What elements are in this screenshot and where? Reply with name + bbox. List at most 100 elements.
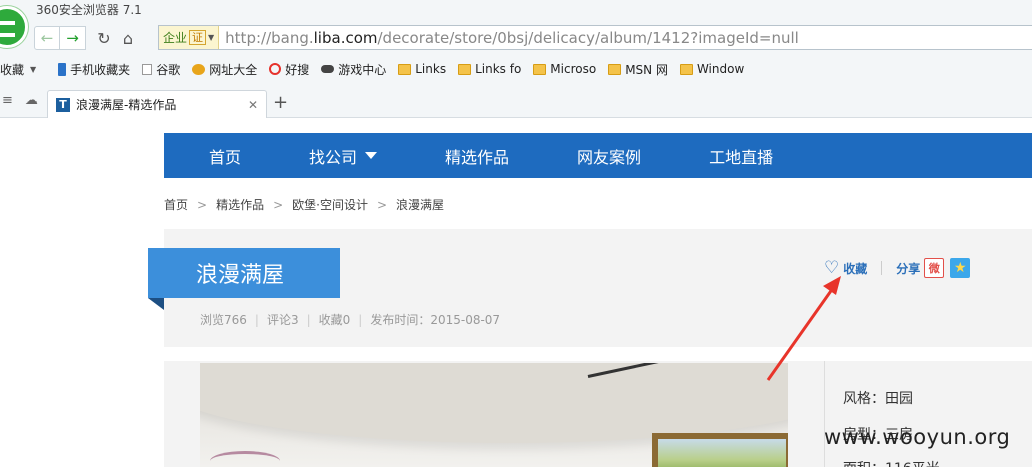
favorites-count: 收藏0: [318, 313, 351, 327]
photo-lamp: [210, 451, 280, 467]
cloud-icon[interactable]: ☁: [25, 93, 38, 108]
globe-icon: [192, 63, 206, 75]
nav-label: 网友案例: [577, 147, 642, 167]
new-tab-plus-icon[interactable]: +: [273, 92, 288, 113]
nav-label: 找公司: [309, 147, 358, 167]
enterprise-cert-badge[interactable]: 企业 证 ▼: [159, 26, 220, 49]
bookmark-item[interactable]: 手机收藏夹: [58, 61, 130, 78]
browser-logo-icon: [0, 6, 28, 48]
bookmark-label: Window: [696, 62, 745, 76]
nav-item-find-company[interactable]: 找公司: [309, 144, 378, 168]
bookmark-item[interactable]: 好搜: [269, 61, 309, 78]
bookmark-label: 游戏中心: [338, 62, 387, 77]
album-actions: ♡ 收藏 分享 微 ★: [824, 258, 971, 278]
folder-icon: [608, 63, 622, 75]
nav-label: 工地直播: [709, 147, 774, 167]
tab-bar-tools: ≡ ☁: [0, 93, 38, 108]
bookmark-label: MSN 网: [625, 62, 668, 77]
badge-label: 企业: [163, 31, 188, 45]
favorites-label: 收藏: [0, 62, 25, 77]
album-photo[interactable]: [200, 363, 788, 467]
comments-count: 评论3: [266, 313, 299, 327]
home-icon[interactable]: ⌂: [116, 26, 140, 50]
breadcrumb-link[interactable]: 精选作品: [216, 196, 264, 213]
breadcrumb-link[interactable]: 首页: [164, 196, 188, 213]
share-label: 分享: [896, 261, 921, 276]
bookmark-folder[interactable]: MSN 网: [608, 61, 668, 78]
chevron-right-icon: >: [273, 197, 284, 212]
nav-item-site-live[interactable]: 工地直播: [709, 144, 773, 168]
url-prefix: http://bang.: [225, 28, 314, 47]
browser-nav-buttons: ← → ↻ ⌂: [34, 25, 140, 51]
chevron-down-icon: ▼: [208, 33, 215, 42]
bookmark-item[interactable]: 网址大全: [192, 61, 257, 78]
album-stats: 浏览766 | 评论3 | 收藏0 | 发布时间：2015-08-07: [200, 311, 500, 328]
forward-arrow-icon[interactable]: →: [60, 26, 86, 50]
spec-panel: [824, 361, 1032, 467]
folder-icon: [398, 63, 412, 75]
folder-icon: [533, 63, 547, 75]
cert-icon: 证: [189, 30, 207, 45]
bookmark-item[interactable]: 游戏中心: [321, 61, 386, 78]
qzone-share-icon[interactable]: ★: [950, 258, 971, 278]
views-count: 浏览766: [200, 313, 247, 327]
chevron-right-icon: >: [376, 197, 388, 212]
photo-ceiling: [200, 363, 788, 443]
search-engine-icon: [269, 63, 282, 75]
site-nav: 首页 找公司 精选作品 网友案例 工地直播: [164, 133, 1032, 178]
bookmarks-bar: 收藏 ▼ 手机收藏夹 谷歌 网址大全 好搜 游戏中心 Links Links fo…: [0, 58, 756, 80]
breadcrumb-current: 浪漫满屋: [396, 198, 445, 212]
bookmark-label: Links: [415, 62, 447, 76]
bookmark-label: 手机收藏夹: [70, 62, 131, 77]
bookmark-label: 谷歌: [156, 62, 181, 77]
publish-date: 发布时间：2015-08-07: [370, 313, 501, 327]
tab-list-icon[interactable]: ≡: [2, 93, 13, 108]
refresh-icon[interactable]: ↻: [92, 26, 116, 50]
nav-label: 精选作品: [445, 147, 510, 167]
bookmark-folder[interactable]: Microso: [533, 62, 596, 76]
breadcrumb-link[interactable]: 欧堡·空间设计: [292, 196, 368, 213]
bookmark-label: Microso: [550, 62, 597, 76]
site-favicon-icon: T: [56, 97, 70, 112]
browser-title: 360安全浏览器 7.1: [36, 3, 142, 17]
bookmark-label: Links fo: [475, 62, 522, 76]
heart-icon[interactable]: ♡: [824, 258, 839, 278]
divider: |: [306, 312, 311, 327]
chevron-down-icon: [365, 152, 378, 159]
nav-label: 首页: [209, 147, 242, 167]
browser-chrome: 360安全浏览器 7.1 ← → ↻ ⌂ 企业 证 ▼ http://bang.…: [0, 0, 1032, 118]
bookmark-label: 网址大全: [209, 62, 258, 77]
collect-button[interactable]: 收藏: [843, 260, 867, 277]
nav-item-featured-works[interactable]: 精选作品: [445, 144, 509, 168]
url-text[interactable]: http://bang.liba.com/decorate/store/0bsj…: [225, 29, 799, 47]
back-arrow-icon[interactable]: ←: [34, 26, 60, 50]
chevron-down-icon: ▼: [30, 64, 37, 74]
close-icon[interactable]: ✕: [248, 98, 258, 112]
weibo-share-icon[interactable]: 微: [924, 258, 945, 278]
bookmark-folder[interactable]: Links: [398, 62, 446, 76]
breadcrumb: 首页 > 精选作品 > 欧堡·空间设计 > 浪漫满屋: [164, 196, 444, 213]
bookmark-folder[interactable]: Window: [679, 62, 745, 76]
nav-item-home[interactable]: 首页: [209, 144, 241, 168]
spec-area: 面积：116平米: [843, 458, 940, 467]
phone-icon: [58, 62, 67, 76]
nav-item-user-cases[interactable]: 网友案例: [577, 144, 641, 168]
divider: [881, 261, 883, 275]
tab-active[interactable]: T 浪漫满屋-精选作品 ✕: [47, 90, 267, 118]
divider: |: [254, 312, 259, 327]
url-path: /decorate/store/0bsj/delicacy/album/1412…: [377, 28, 799, 47]
gamepad-icon: [321, 65, 335, 73]
bookmark-favorites[interactable]: 收藏 ▼: [0, 61, 46, 78]
address-bar[interactable]: 企业 证 ▼ http://bang.liba.com/decorate/sto…: [158, 25, 1032, 50]
tab-bar: ≡ ☁ T 浪漫满屋-精选作品 ✕ +: [0, 88, 1032, 118]
photo-wall-painting: [652, 433, 788, 467]
bookmark-folder[interactable]: Links fo: [458, 62, 521, 76]
tab-title: 浪漫满屋-精选作品: [76, 98, 177, 112]
spec-style: 风格：田园: [843, 391, 913, 407]
bookmark-label: 好搜: [285, 62, 310, 77]
folder-icon: [458, 63, 472, 75]
url-domain: liba.com: [313, 28, 378, 47]
chevron-right-icon: >: [197, 197, 208, 212]
bookmark-item[interactable]: 谷歌: [142, 61, 180, 78]
watermark: www.wooyun.org: [824, 425, 1011, 449]
